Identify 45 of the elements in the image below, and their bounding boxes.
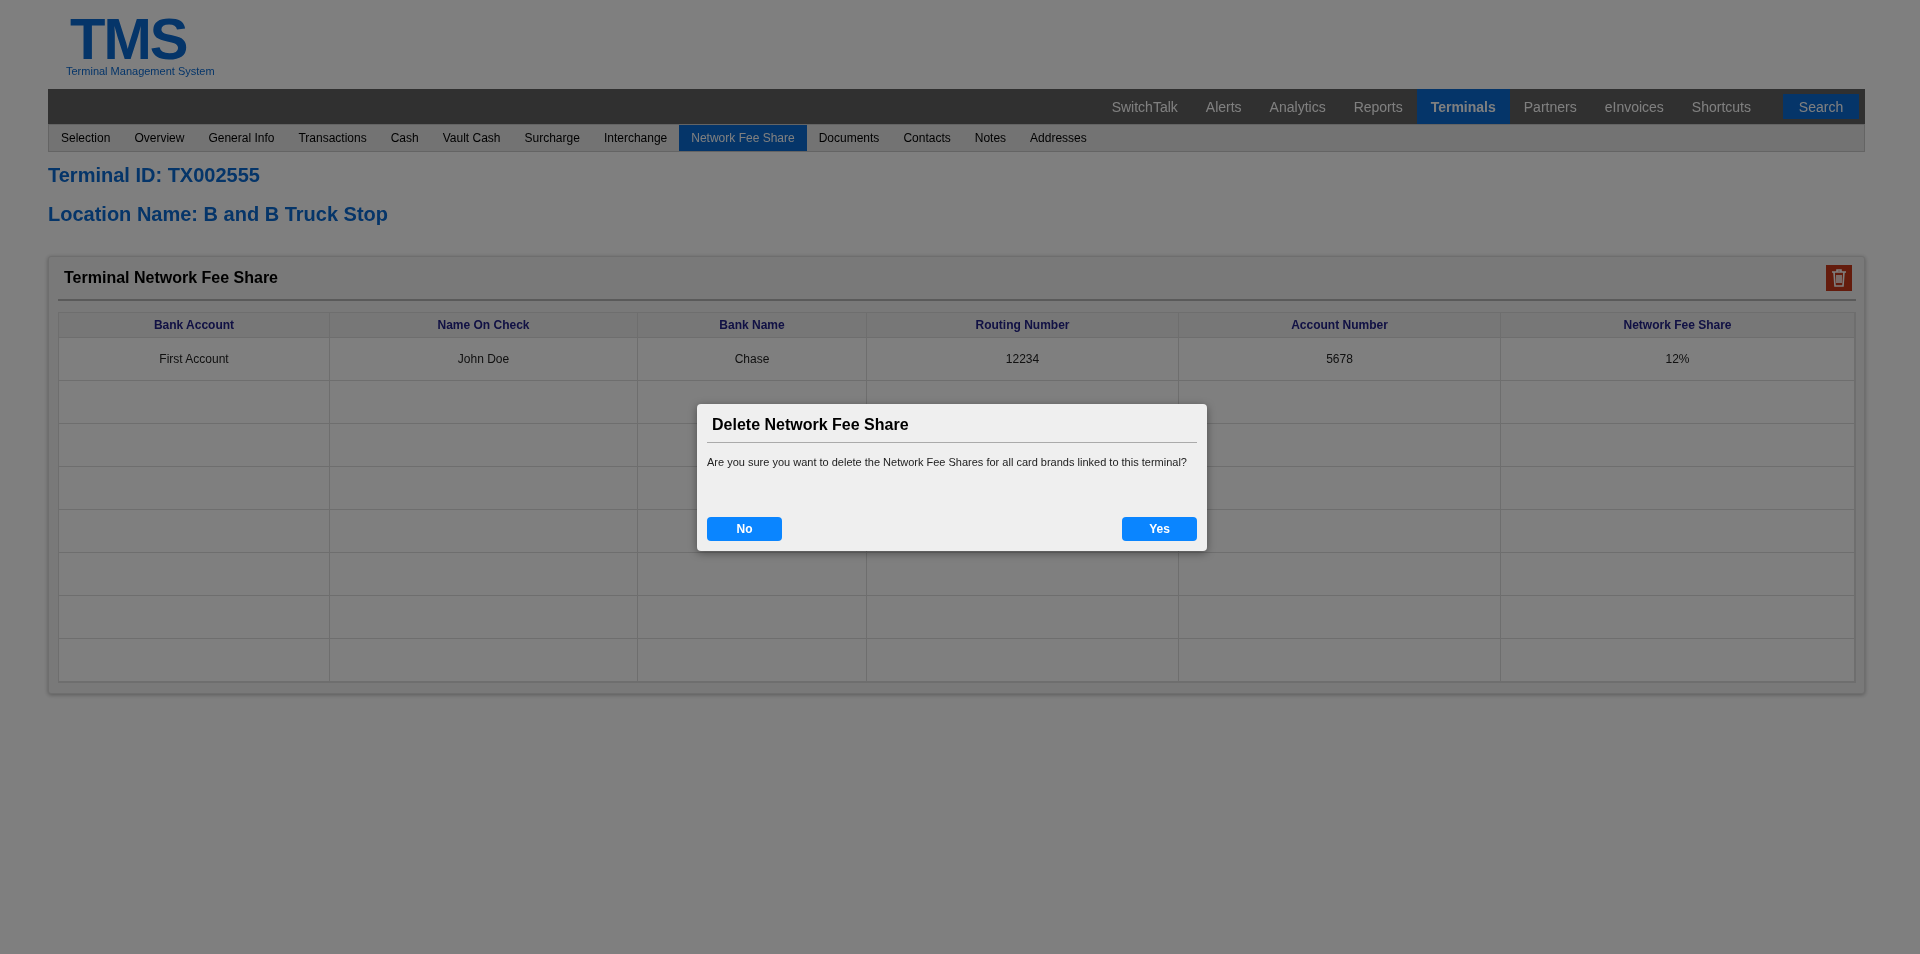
- main-nav-tab[interactable]: SwitchTalk: [1097, 89, 1192, 124]
- table-cell: John Doe: [330, 338, 638, 381]
- sub-nav-tab[interactable]: Vault Cash: [430, 125, 513, 151]
- sub-nav-tab[interactable]: Cash: [378, 125, 431, 151]
- sub-nav-tab[interactable]: Contacts: [891, 125, 963, 151]
- location-name: Location Name: B and B Truck Stop: [48, 203, 390, 226]
- main-nav-tab[interactable]: Analytics: [1255, 89, 1340, 124]
- main-nav-tab[interactable]: Partners: [1509, 89, 1591, 124]
- dialog-title: Delete Network Fee Share: [707, 404, 1197, 443]
- sub-nav-tab[interactable]: Addresses: [1018, 125, 1099, 151]
- main-nav-tab[interactable]: eInvoices: [1590, 89, 1678, 124]
- column-header: Routing Number: [867, 313, 1179, 338]
- trash-icon: [1831, 269, 1847, 287]
- delete-button[interactable]: [1826, 265, 1852, 291]
- dialog-button[interactable]: Yes: [1122, 517, 1197, 541]
- main-nav-tab[interactable]: Terminals: [1416, 89, 1510, 124]
- logo-mark: TMS: [70, 12, 187, 65]
- panel-title: Terminal Network Fee Share: [64, 269, 278, 287]
- column-header: Bank Account: [59, 313, 330, 338]
- main-nav-tab[interactable]: Alerts: [1191, 89, 1256, 124]
- sub-nav-tab[interactable]: Surcharge: [512, 125, 592, 151]
- sub-nav-tab[interactable]: Network Fee Share: [679, 125, 807, 151]
- sub-nav-tab[interactable]: Overview: [122, 125, 197, 151]
- table-cell: 12234: [867, 338, 1179, 381]
- main-nav-tab[interactable]: Shortcuts: [1677, 89, 1765, 124]
- dialog-message: Are you sure you want to delete the Network Fee Shares for all card brands linked to this terminal?: [707, 456, 1188, 468]
- table-cell: 12%: [1501, 338, 1855, 381]
- column-header: Bank Name: [638, 313, 867, 338]
- sub-nav-tab[interactable]: Documents: [806, 125, 892, 151]
- sub-nav-tab[interactable]: Selection: [49, 125, 123, 151]
- column-header: Account Number: [1179, 313, 1501, 338]
- sub-nav-tab[interactable]: General Info: [196, 125, 287, 151]
- search-button[interactable]: Search: [1783, 94, 1859, 119]
- column-header: Network Fee Share: [1501, 313, 1855, 338]
- logo-tagline: Terminal Management System: [66, 64, 215, 77]
- sub-nav-tab[interactable]: Interchange: [591, 125, 680, 151]
- main-nav-tab[interactable]: Reports: [1339, 89, 1417, 124]
- sub-nav-tab[interactable]: Notes: [962, 125, 1019, 151]
- sub-nav-tab[interactable]: Transactions: [286, 125, 379, 151]
- dialog-button[interactable]: No: [707, 517, 782, 541]
- column-header: Name On Check: [330, 313, 638, 338]
- table-cell: Chase: [638, 338, 867, 381]
- table-cell: First Account: [59, 338, 330, 381]
- table-cell: 5678: [1179, 338, 1501, 381]
- terminal-id: Terminal ID: TX002555: [48, 164, 261, 187]
